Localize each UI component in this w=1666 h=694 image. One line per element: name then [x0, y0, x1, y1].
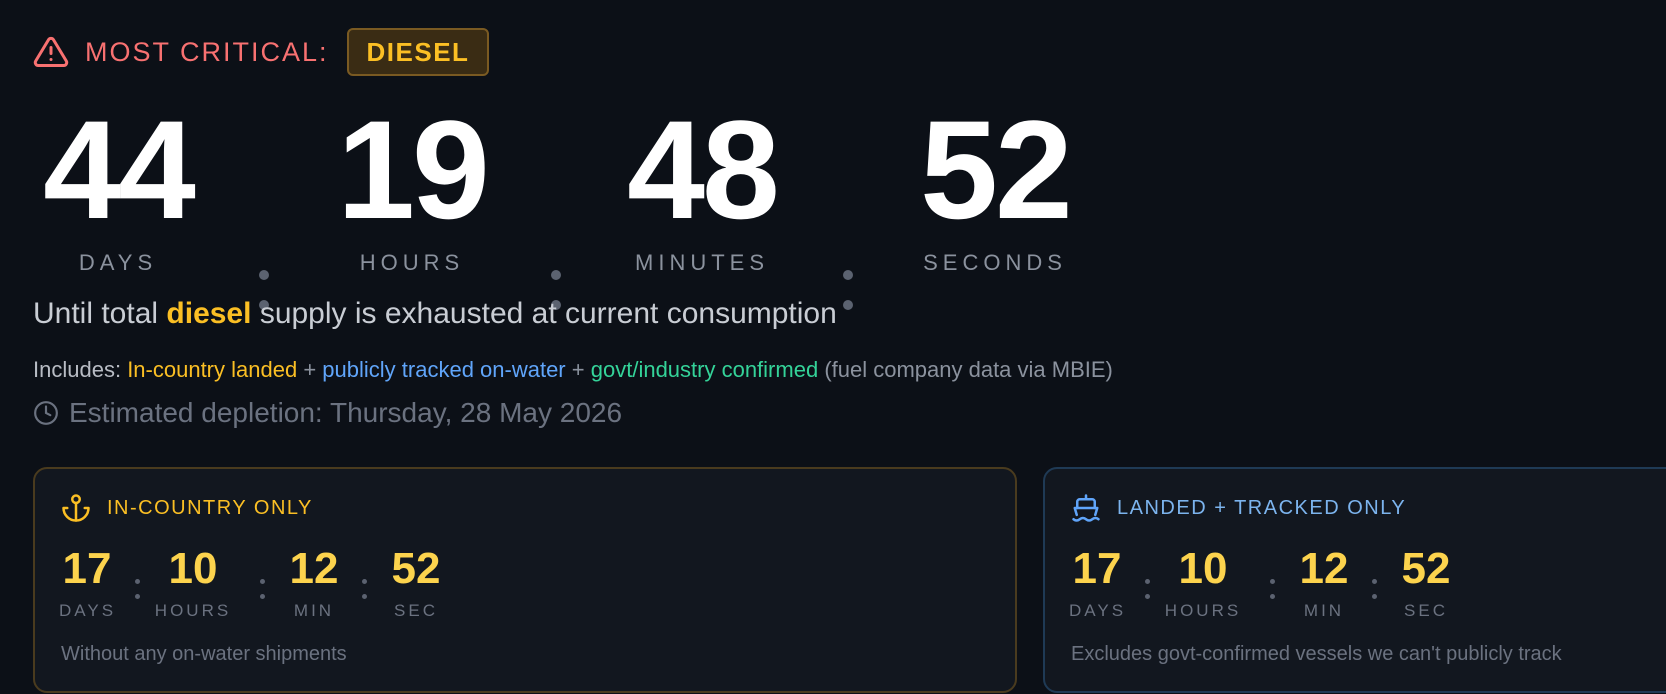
- mini-hours: 10 HOURS: [153, 545, 233, 621]
- mini-days-label: DAYS: [1069, 601, 1127, 620]
- mini-hours-label: HOURS: [154, 601, 232, 620]
- hours-value: 19: [337, 91, 490, 248]
- minutes-label: MINUTES: [635, 250, 769, 275]
- mini-sec-value: 52: [1401, 544, 1451, 593]
- mini-min-label: MIN: [1303, 601, 1345, 620]
- minutes-value: 48: [627, 91, 780, 248]
- includes-plus: +: [303, 357, 317, 382]
- until-prefix: Until total: [33, 297, 159, 330]
- mini-days: 17 DAYS: [1069, 545, 1125, 621]
- countdown-days: 44 DAYS: [33, 100, 203, 276]
- seconds-label: SECONDS: [923, 250, 1067, 275]
- mini-hours-value: 10: [168, 544, 218, 593]
- estimated-depletion-text: Estimated depletion: Thursday, 28 May 20…: [69, 397, 623, 428]
- separator: [135, 579, 140, 609]
- until-fuel: diesel: [166, 297, 252, 330]
- mini-min: 12 MIN: [1293, 545, 1355, 621]
- separator: [1270, 579, 1275, 609]
- until-text: Until total diesel supply is exhausted a…: [33, 297, 837, 331]
- mini-days-value: 17: [62, 544, 112, 593]
- card-landed-tracked: LANDED + TRACKED ONLY 17 DAYS 10 HOURS 1…: [1043, 467, 1666, 693]
- card-title: LANDED + TRACKED ONLY: [1117, 496, 1407, 519]
- fuel-badge: DIESEL: [346, 28, 490, 76]
- card-note: Excludes govt-confirmed vessels we can't…: [1071, 643, 1562, 665]
- mini-hours: 10 HOURS: [1163, 545, 1243, 621]
- separator: [362, 579, 367, 609]
- mini-min-value: 12: [1299, 544, 1349, 593]
- separator: [1372, 579, 1377, 609]
- hours-label: HOURS: [359, 250, 465, 275]
- card-header: LANDED + TRACKED ONLY: [1071, 493, 1406, 523]
- days-value: 44: [43, 91, 196, 248]
- mini-days: 17 DAYS: [59, 545, 115, 621]
- includes-plus: +: [571, 357, 585, 382]
- separator: [843, 270, 853, 330]
- mini-sec-label: SEC: [394, 601, 438, 620]
- includes-line: Includes: In-country landed + publicly t…: [33, 357, 1113, 383]
- countdown-hours: 19 HOURS: [322, 100, 502, 276]
- mini-days-value: 17: [1072, 544, 1122, 593]
- includes-prefix: Includes:: [33, 357, 122, 382]
- mini-sec-label: SEC: [1404, 601, 1448, 620]
- mini-min: 12 MIN: [283, 545, 345, 621]
- mini-sec-value: 52: [391, 544, 441, 593]
- mini-sec: 52 SEC: [1395, 545, 1457, 621]
- card-note: Without any on-water shipments: [61, 643, 347, 665]
- anchor-icon: [62, 494, 90, 522]
- alert-triangle-icon: [33, 36, 69, 67]
- until-suffix: supply is exhausted at current consumpti…: [259, 297, 837, 330]
- card-title: IN-COUNTRY ONLY: [107, 496, 313, 519]
- mini-hours-label: HOURS: [1164, 601, 1242, 620]
- mini-days-label: DAYS: [59, 601, 117, 620]
- includes-confirmed: govt/industry confirmed: [590, 357, 819, 382]
- card-in-country: IN-COUNTRY ONLY 17 DAYS 10 HOURS 12 MIN …: [33, 467, 1017, 693]
- includes-landed: In-country landed: [127, 357, 298, 382]
- separator: [260, 579, 265, 609]
- estimated-depletion: Estimated depletion: Thursday, 28 May 20…: [33, 397, 622, 429]
- includes-tracked: publicly tracked on-water: [322, 357, 566, 382]
- card-header: IN-COUNTRY ONLY: [61, 493, 313, 523]
- separator: [1145, 579, 1150, 609]
- mini-sec: 52 SEC: [385, 545, 447, 621]
- mini-min-value: 12: [289, 544, 339, 593]
- mini-hours-value: 10: [1178, 544, 1228, 593]
- clock-icon: [34, 401, 58, 425]
- includes-note: (fuel company data via MBIE): [824, 357, 1113, 382]
- countdown-minutes: 48 MINUTES: [612, 100, 792, 276]
- days-label: DAYS: [78, 250, 158, 275]
- countdown-seconds: 52 SECONDS: [905, 100, 1085, 276]
- mini-min-label: MIN: [293, 601, 335, 620]
- critical-header: MOST CRITICAL: DIESEL: [33, 28, 490, 76]
- critical-label: MOST CRITICAL:: [85, 36, 329, 67]
- ship-icon: [1072, 494, 1100, 522]
- seconds-value: 52: [920, 91, 1073, 248]
